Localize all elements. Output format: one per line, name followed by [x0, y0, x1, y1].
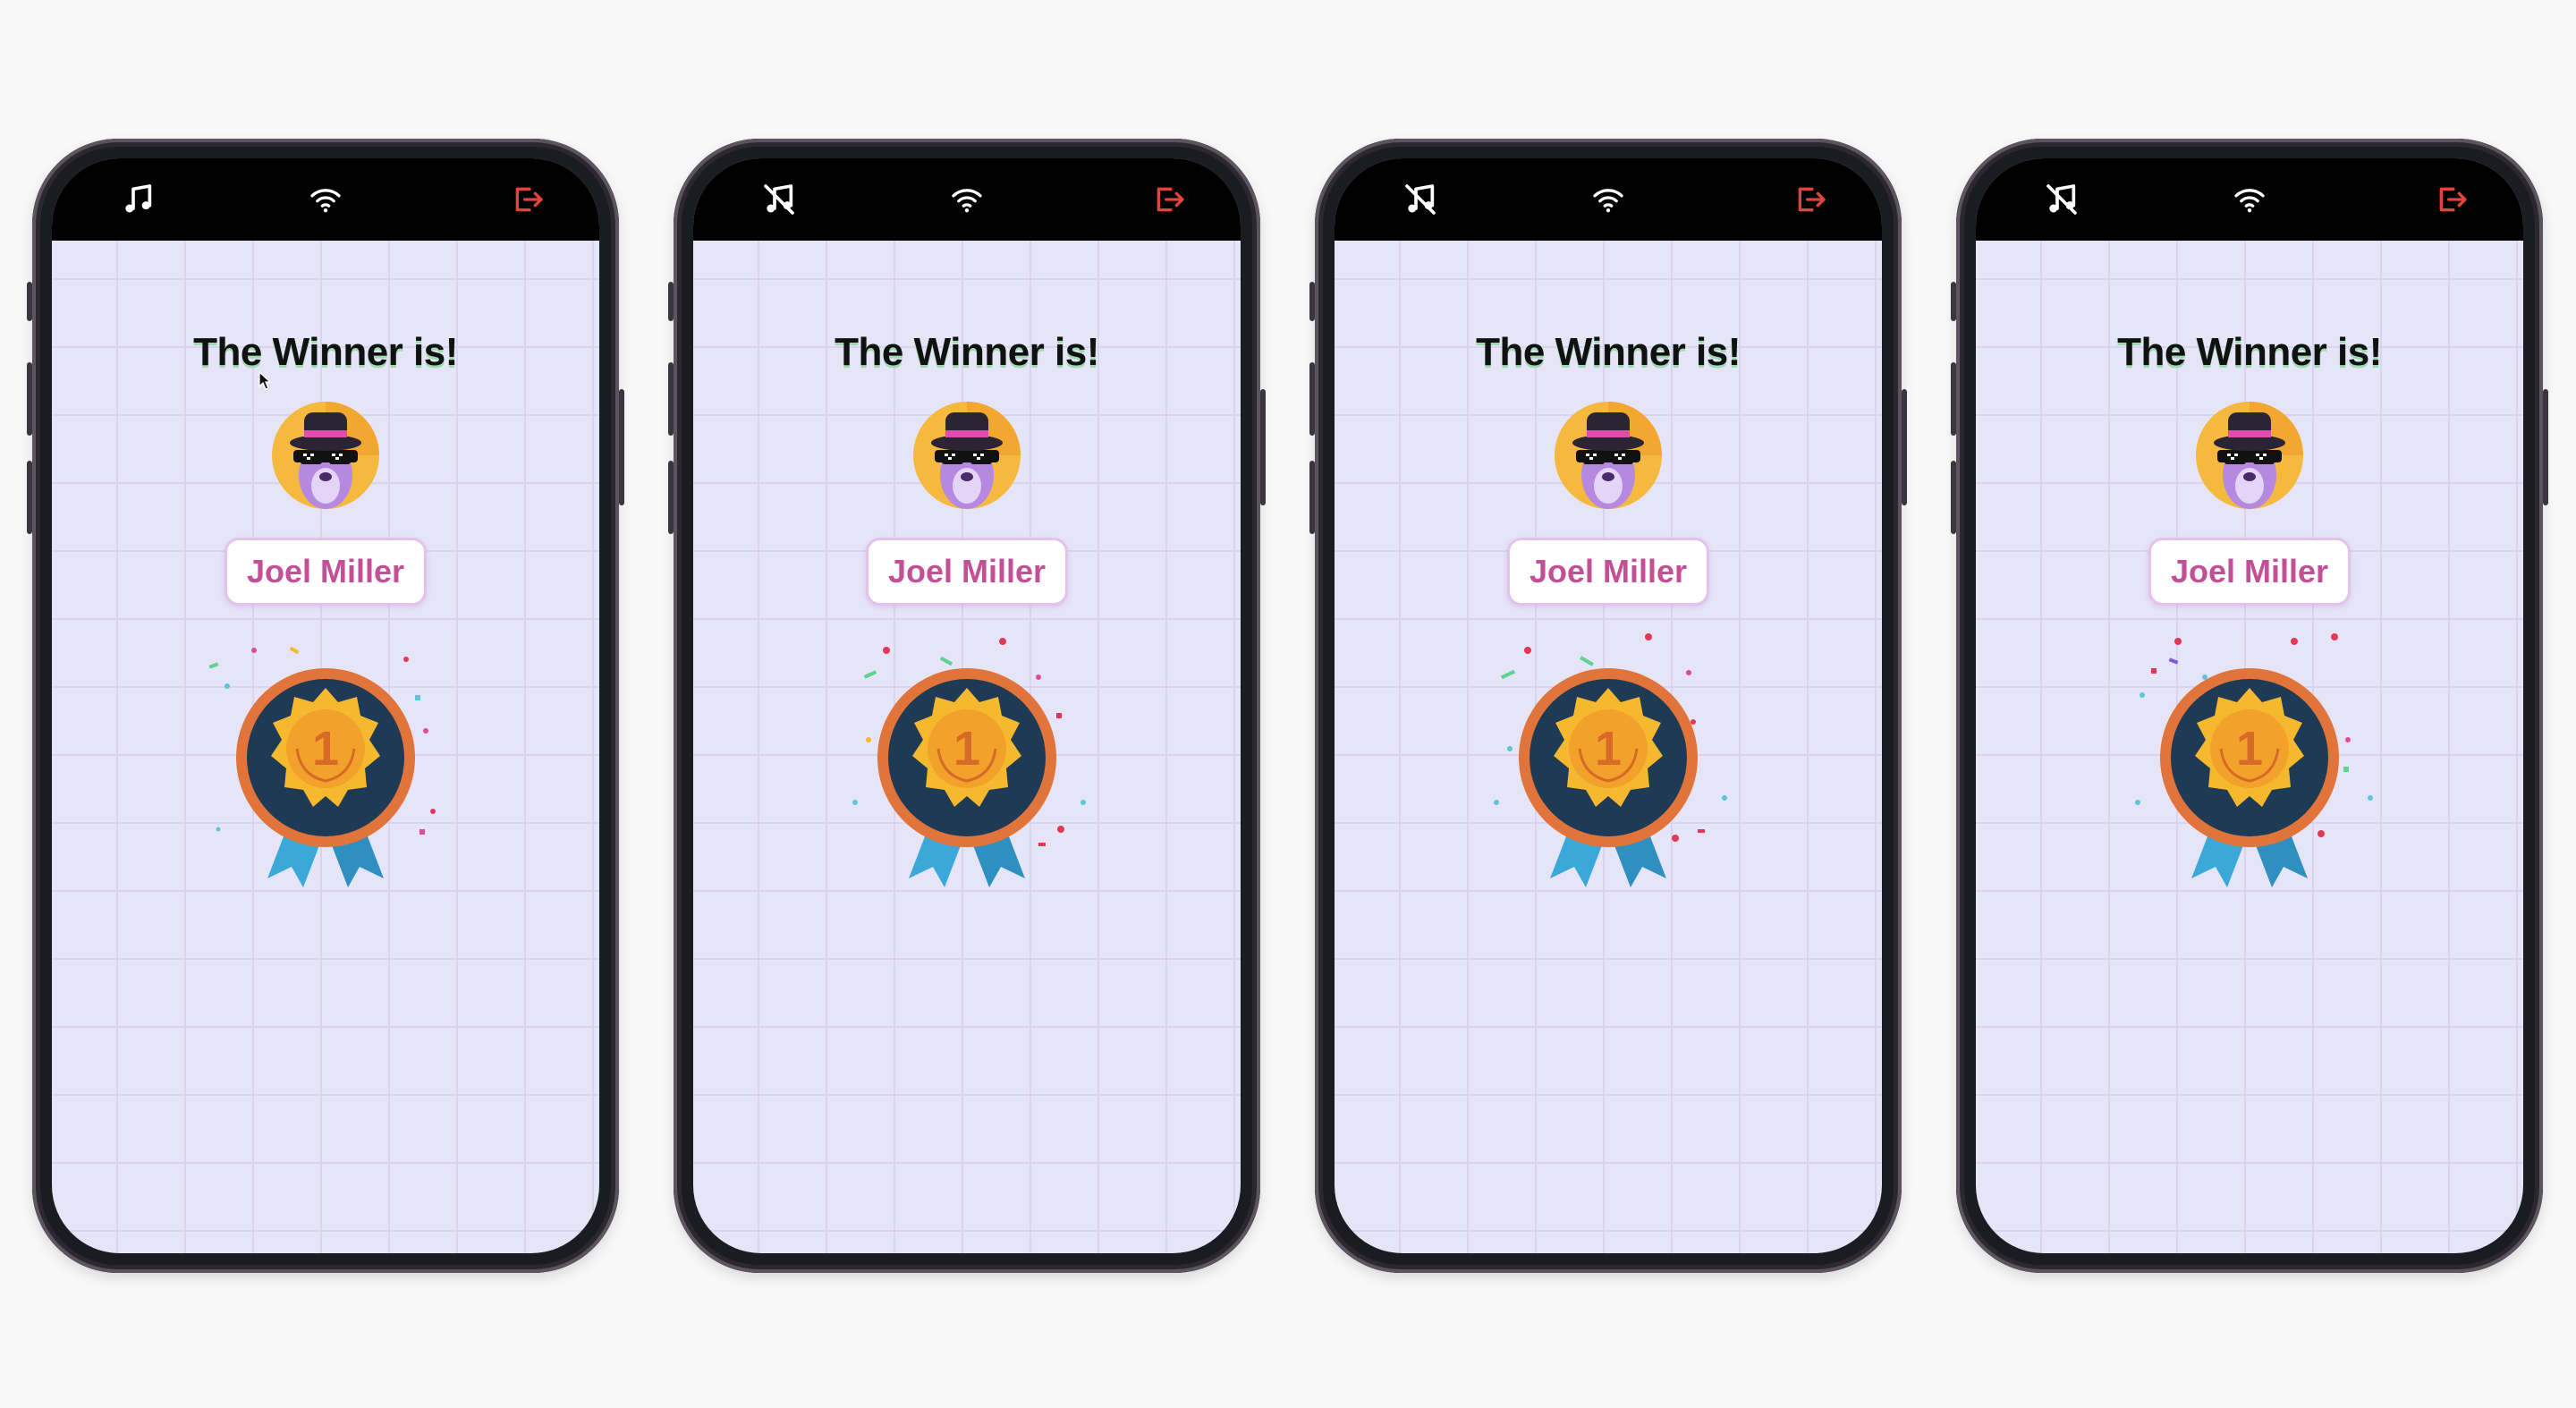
- wifi-icon: [308, 182, 343, 217]
- exit-icon[interactable]: [1151, 182, 1187, 217]
- winner-name-badge: Joel Miller: [1506, 538, 1710, 606]
- exit-icon[interactable]: [2434, 182, 2470, 217]
- top-bar: [693, 158, 1241, 241]
- winner-avatar: [270, 400, 381, 511]
- winner-avatar: [1553, 400, 1664, 511]
- top-bar: [1335, 158, 1882, 241]
- first-place-medal-icon: 1: [1474, 623, 1742, 892]
- winner-name-badge: Joel Miller: [224, 538, 428, 606]
- top-bar: [1976, 158, 2523, 241]
- phones-stage: The Winner is! Joel Miller 1 The Winner …: [0, 0, 2576, 1408]
- game-screen: The Winner is! Joel Miller 1: [693, 158, 1241, 1253]
- first-place-medal-icon: 1: [2115, 623, 2384, 892]
- winner-avatar: [911, 400, 1022, 511]
- wifi-icon: [1590, 182, 1626, 217]
- music-note-icon[interactable]: [120, 182, 156, 217]
- exit-icon[interactable]: [510, 182, 546, 217]
- winner-title: The Winner is!: [1476, 330, 1741, 374]
- top-bar: [52, 158, 599, 241]
- medal-rank-number: 1: [2236, 722, 2263, 776]
- game-screen: The Winner is! Joel Miller 1: [52, 158, 599, 1253]
- music-muted-icon[interactable]: [1402, 182, 1438, 217]
- phone-mockup-1: The Winner is! Joel Miller 1: [27, 139, 624, 1273]
- winner-title: The Winner is!: [835, 330, 1099, 374]
- medal-rank-number: 1: [1595, 722, 1622, 776]
- medal-rank-number: 1: [312, 722, 339, 776]
- game-screen: The Winner is! Joel Miller 1: [1976, 158, 2523, 1253]
- first-place-medal-icon: 1: [191, 623, 460, 892]
- mouse-cursor-icon: [258, 370, 272, 390]
- winner-title: The Winner is!: [193, 330, 458, 374]
- phone-mockup-4: The Winner is! Joel Miller 1: [1951, 139, 2548, 1273]
- winner-name-badge: Joel Miller: [2148, 538, 2351, 606]
- wifi-icon: [2232, 182, 2267, 217]
- medal-rank-number: 1: [953, 722, 980, 776]
- music-muted-icon[interactable]: [2044, 182, 2080, 217]
- exit-icon[interactable]: [1792, 182, 1828, 217]
- music-muted-icon[interactable]: [761, 182, 797, 217]
- winner-name-badge: Joel Miller: [865, 538, 1069, 606]
- winner-avatar: [2194, 400, 2305, 511]
- game-screen: The Winner is! Joel Miller 1: [1335, 158, 1882, 1253]
- first-place-medal-icon: 1: [833, 623, 1101, 892]
- winner-title: The Winner is!: [2117, 330, 2382, 374]
- phone-mockup-3: The Winner is! Joel Miller 1: [1309, 139, 1907, 1273]
- phone-mockup-2: The Winner is! Joel Miller 1: [668, 139, 1266, 1273]
- wifi-icon: [949, 182, 985, 217]
